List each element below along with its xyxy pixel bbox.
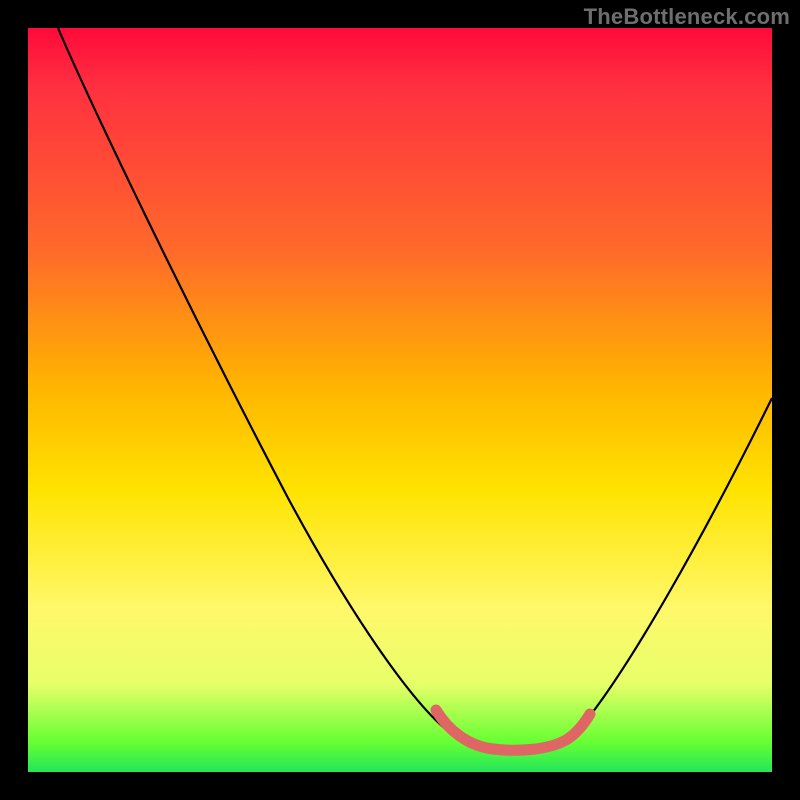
optimal-range-marker [436,710,590,750]
plot-area [28,28,772,772]
watermark-text: TheBottleneck.com [584,4,790,30]
chart-frame: TheBottleneck.com [0,0,800,800]
bottleneck-curve [58,28,772,750]
chart-svg [28,28,772,772]
